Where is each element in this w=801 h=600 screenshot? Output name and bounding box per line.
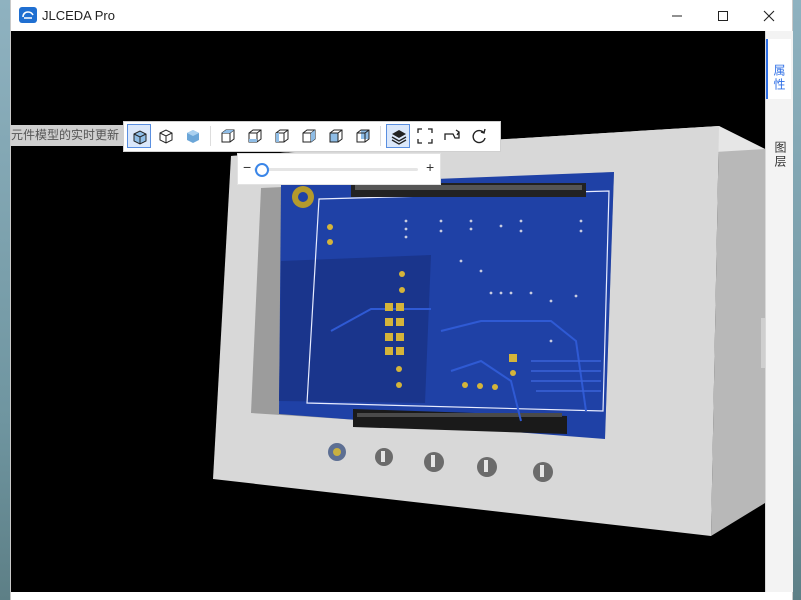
zoom-slider-track[interactable] — [254, 168, 418, 171]
refresh-icon — [472, 128, 486, 144]
enclosure-side-face — [711, 126, 765, 536]
view-right-button[interactable] — [297, 124, 321, 148]
fullscreen-button[interactable] — [413, 124, 437, 148]
rotate-arrow-icon — [444, 129, 460, 140]
right-side-panel: 属性 图层 — [765, 31, 793, 592]
wireframe-cube-icon — [159, 129, 173, 144]
window-bottom-border — [11, 592, 792, 600]
close-icon — [763, 10, 775, 22]
shaded-view-button[interactable] — [181, 124, 205, 148]
view-back-button[interactable] — [351, 124, 375, 148]
view-toolbar — [123, 121, 501, 152]
view-top-button[interactable] — [216, 124, 240, 148]
desktop-background-left — [0, 0, 10, 600]
minimize-icon — [672, 15, 682, 17]
zoom-in-button[interactable]: + — [426, 159, 434, 175]
cube-left-face-icon — [275, 129, 289, 143]
zoom-slider-thumb[interactable] — [255, 163, 270, 177]
pin-header-bottom-pins — [357, 413, 562, 417]
fullscreen-icon — [417, 128, 433, 144]
solid-view-button[interactable] — [127, 124, 151, 148]
rotate-step-button[interactable] — [440, 124, 464, 148]
minimize-button[interactable] — [654, 0, 700, 31]
view-left-button[interactable] — [270, 124, 294, 148]
cube-back-face-icon — [356, 129, 370, 143]
app-logo-icon — [19, 7, 37, 23]
zoom-out-button[interactable]: − — [243, 159, 251, 175]
tab-layers[interactable]: 图层 — [766, 119, 793, 179]
shaded-cube-icon — [187, 130, 199, 143]
view-bottom-button[interactable] — [243, 124, 267, 148]
cube-front-face-icon — [329, 129, 343, 143]
cube-right-face-icon — [302, 129, 316, 143]
window-title: JLCEDA Pro — [42, 8, 115, 23]
reset-rotation-button[interactable] — [467, 124, 491, 148]
title-bar[interactable]: JLCEDA Pro — [11, 0, 792, 31]
cube-top-face-icon — [221, 129, 235, 143]
maximize-icon — [718, 11, 728, 21]
cube-bottom-face-icon — [248, 129, 262, 143]
close-button[interactable] — [746, 0, 792, 31]
zoom-slider-panel: − + — [237, 153, 441, 185]
edges-view-button[interactable] — [154, 124, 178, 148]
3d-model-scene[interactable] — [11, 31, 765, 592]
layers-icon — [391, 130, 407, 145]
pin-header-top-pins — [355, 185, 582, 190]
view-front-button[interactable] — [324, 124, 348, 148]
solid-cube-icon — [133, 130, 147, 145]
app-window: JLCEDA Pro 元件模型的实时更新 − + 属性 图层 — [10, 0, 793, 600]
layers-button[interactable] — [386, 124, 410, 148]
model-update-hint: 元件模型的实时更新 — [11, 125, 127, 146]
pcb-ground-zone — [279, 255, 431, 403]
3d-viewport[interactable]: 元件模型的实时更新 − + — [11, 31, 765, 592]
tab-properties[interactable]: 属性 — [766, 39, 791, 99]
maximize-button[interactable] — [700, 0, 746, 31]
